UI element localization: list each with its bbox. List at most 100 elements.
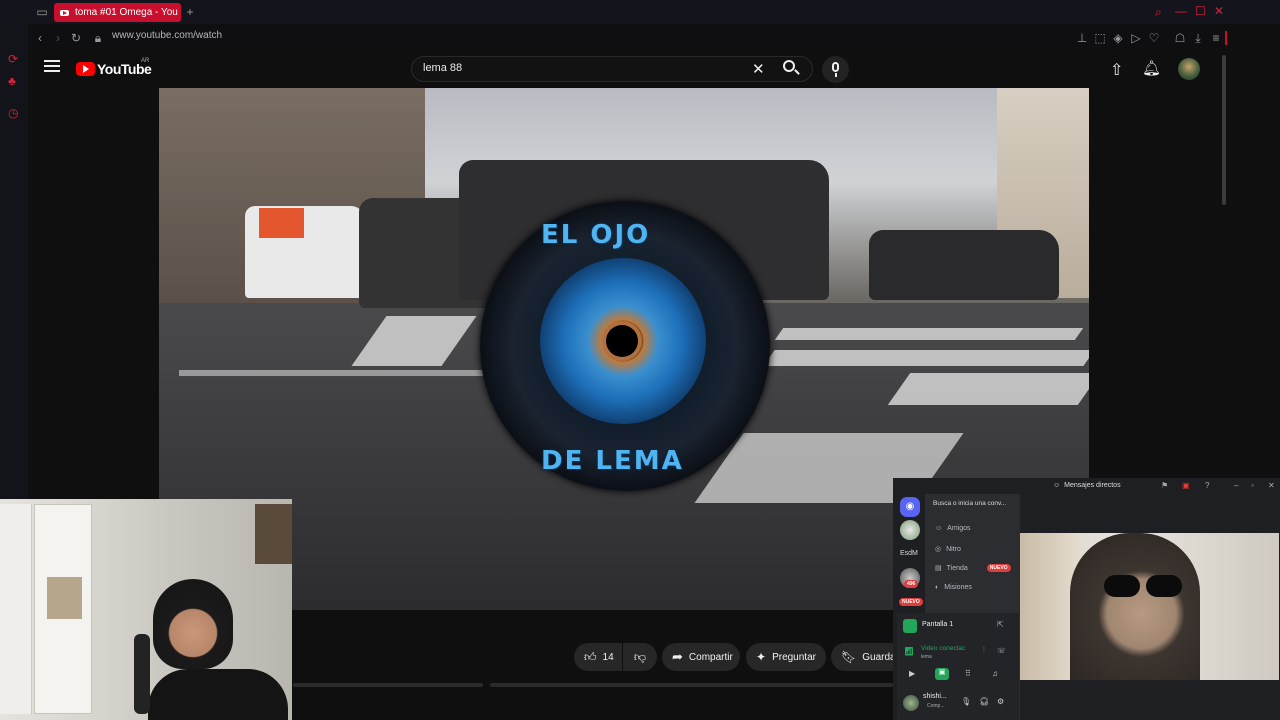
- pin-icon[interactable]: ⊥: [1075, 31, 1089, 45]
- user-avatar[interactable]: [903, 695, 919, 711]
- video-scene-suv: [869, 230, 1059, 300]
- screen-label[interactable]: Pantalla 1: [922, 621, 953, 628]
- reload-icon[interactable]: ↻: [69, 31, 83, 45]
- signal-icon: 📶︎: [904, 647, 915, 656]
- tab-title: toma #01 Omega - You: [75, 7, 178, 18]
- dc-maximize-icon[interactable]: ▫: [1251, 481, 1254, 490]
- youtube-favicon-icon: [60, 9, 69, 16]
- screen-icon: [903, 619, 917, 633]
- server-new-badge: NUEVO: [899, 598, 923, 606]
- extensions-icon[interactable]: ♣: [8, 74, 16, 88]
- dm-item-nitro[interactable]: ◎ Nitro: [935, 545, 961, 554]
- search-icon[interactable]: [782, 59, 800, 77]
- history-icon[interactable]: ◷: [8, 106, 18, 120]
- popout-icon[interactable]: ⇱: [997, 620, 1004, 629]
- shield-icon[interactable]: ◈: [1111, 31, 1125, 45]
- bookmark-icon: 🔖︎: [841, 650, 857, 664]
- discord-title: Mensajes directos: [1064, 482, 1121, 489]
- server-avatar[interactable]: [900, 520, 920, 540]
- new-badge: NUEVO: [986, 564, 1011, 572]
- discord-titlebar: ☺ Mensajes directos ⚑ ▣ ? – ▫ ✕: [893, 478, 1280, 494]
- settings-gear-icon[interactable]: ⚙: [997, 697, 1004, 706]
- server-label[interactable]: EsdM: [900, 550, 918, 557]
- thumbs-up-icon: 👍︎: [584, 649, 597, 664]
- upload-icon[interactable]: ⇧: [1110, 60, 1123, 80]
- mic-icon: [832, 62, 839, 72]
- activities-icon[interactable]: ⠿: [965, 669, 971, 678]
- dm-item-tienda[interactable]: ▤ Tienda NUEVO: [935, 564, 1011, 572]
- like-count: 14: [602, 651, 614, 663]
- quests-icon: ◐: [935, 584, 940, 591]
- discord-home-icon[interactable]: ◉: [900, 497, 920, 517]
- camera-icon[interactable]: ▶: [909, 669, 915, 678]
- shop-icon: ▤: [935, 565, 942, 572]
- screen-share-active-icon[interactable]: ▣: [935, 668, 949, 680]
- headphones-icon[interactable]: 🎧︎: [979, 697, 989, 706]
- share-icon: ➦: [672, 649, 683, 664]
- search-value: lema 88: [423, 62, 463, 74]
- download-icon[interactable]: ⤓: [1191, 31, 1205, 45]
- dislike-button[interactable]: 👎︎: [623, 643, 657, 671]
- page-scrollbar[interactable]: [1222, 55, 1226, 205]
- sidebar-indicator: [1225, 31, 1227, 45]
- youtube-logo-icon[interactable]: [76, 62, 95, 76]
- tab-active[interactable]: toma #01 Omega - You: [54, 3, 181, 22]
- ask-button[interactable]: ✦ Preguntar: [746, 643, 826, 671]
- lock-icon: 🔒︎: [94, 31, 102, 45]
- tab-overview-icon[interactable]: ▭: [35, 5, 49, 19]
- webcam-overlay-right: [1020, 533, 1279, 680]
- sparkle-icon: ✦: [756, 650, 767, 664]
- snapshot-icon[interactable]: ⬚: [1093, 31, 1107, 45]
- country-code: AR: [141, 58, 150, 64]
- screen-share-icon[interactable]: ▣: [1182, 481, 1190, 490]
- mic-button[interactable]: [822, 56, 849, 83]
- help-icon[interactable]: ?: [1205, 481, 1209, 490]
- back-icon[interactable]: ‹: [33, 31, 47, 45]
- mute-mic-icon[interactable]: 🎙︎: [961, 697, 971, 706]
- url-field[interactable]: www.youtube.com/watch: [112, 30, 222, 41]
- dc-close-icon[interactable]: ✕: [1268, 481, 1275, 490]
- disconnect-icon[interactable]: ☏: [997, 647, 1006, 655]
- voice-panel: Pantalla 1 ⇱ 📶︎ Video conectac lema ⫶ ☏ …: [897, 613, 1019, 720]
- user-status: Comp...: [927, 703, 945, 709]
- noise-icon[interactable]: ⫶: [983, 647, 985, 655]
- dm-item-misiones[interactable]: ◐ Misiones: [935, 584, 972, 591]
- server-badge: 496: [904, 580, 919, 588]
- heart-icon[interactable]: ♡: [1147, 31, 1161, 45]
- maximize-icon[interactable]: ☐: [1195, 4, 1206, 18]
- logo-text-top: EL OJO: [541, 220, 651, 250]
- new-tab-button[interactable]: +: [183, 5, 197, 19]
- discord-search-input[interactable]: Busca o inicia una conv...: [933, 500, 1015, 512]
- dm-icon: ☺: [1053, 482, 1061, 489]
- account-icon[interactable]: ☖: [1173, 31, 1187, 45]
- clear-search-icon[interactable]: ✕: [752, 60, 765, 78]
- avatar[interactable]: [1178, 58, 1200, 80]
- notifications-bell-icon[interactable]: 🔔︎: [1142, 59, 1161, 77]
- like-button[interactable]: 👍︎ 14: [574, 643, 622, 671]
- forward-icon[interactable]: ›: [51, 31, 65, 45]
- close-window-icon[interactable]: ✕: [1214, 4, 1224, 18]
- minimize-icon[interactable]: —: [1175, 4, 1187, 18]
- send-icon[interactable]: ▷: [1129, 31, 1143, 45]
- logo-text-bottom: DE LEMA: [541, 446, 684, 476]
- webcam-person: [153, 579, 233, 669]
- inbox-icon[interactable]: ⚑: [1161, 481, 1168, 490]
- share-label: Compartir: [688, 651, 733, 663]
- messenger-icon[interactable]: ⟳: [8, 52, 18, 66]
- sunglasses-icon: [1104, 575, 1140, 597]
- voice-status[interactable]: Video conectac: [921, 645, 965, 652]
- soundboard-icon[interactable]: ♫: [992, 669, 998, 678]
- webcam-poster-wall: [0, 504, 32, 714]
- search-tabs-icon[interactable]: ⌕: [1155, 5, 1162, 20]
- user-name[interactable]: shishi...: [923, 693, 947, 700]
- dc-minimize-icon[interactable]: –: [1234, 481, 1238, 490]
- webcam-overlay-left: [0, 499, 292, 720]
- hamburger-menu-icon[interactable]: [44, 60, 60, 74]
- share-button[interactable]: ➦ Compartir: [662, 643, 740, 671]
- ask-label: Preguntar: [772, 651, 816, 663]
- dm-item-amigos[interactable]: ☺ Amigos: [935, 525, 971, 532]
- friends-icon: ☺: [935, 525, 943, 532]
- menu-icon[interactable]: ≡: [1209, 31, 1223, 45]
- save-button[interactable]: 🔖︎ Guardar: [831, 643, 899, 671]
- webcam-person-right: [1070, 533, 1200, 680]
